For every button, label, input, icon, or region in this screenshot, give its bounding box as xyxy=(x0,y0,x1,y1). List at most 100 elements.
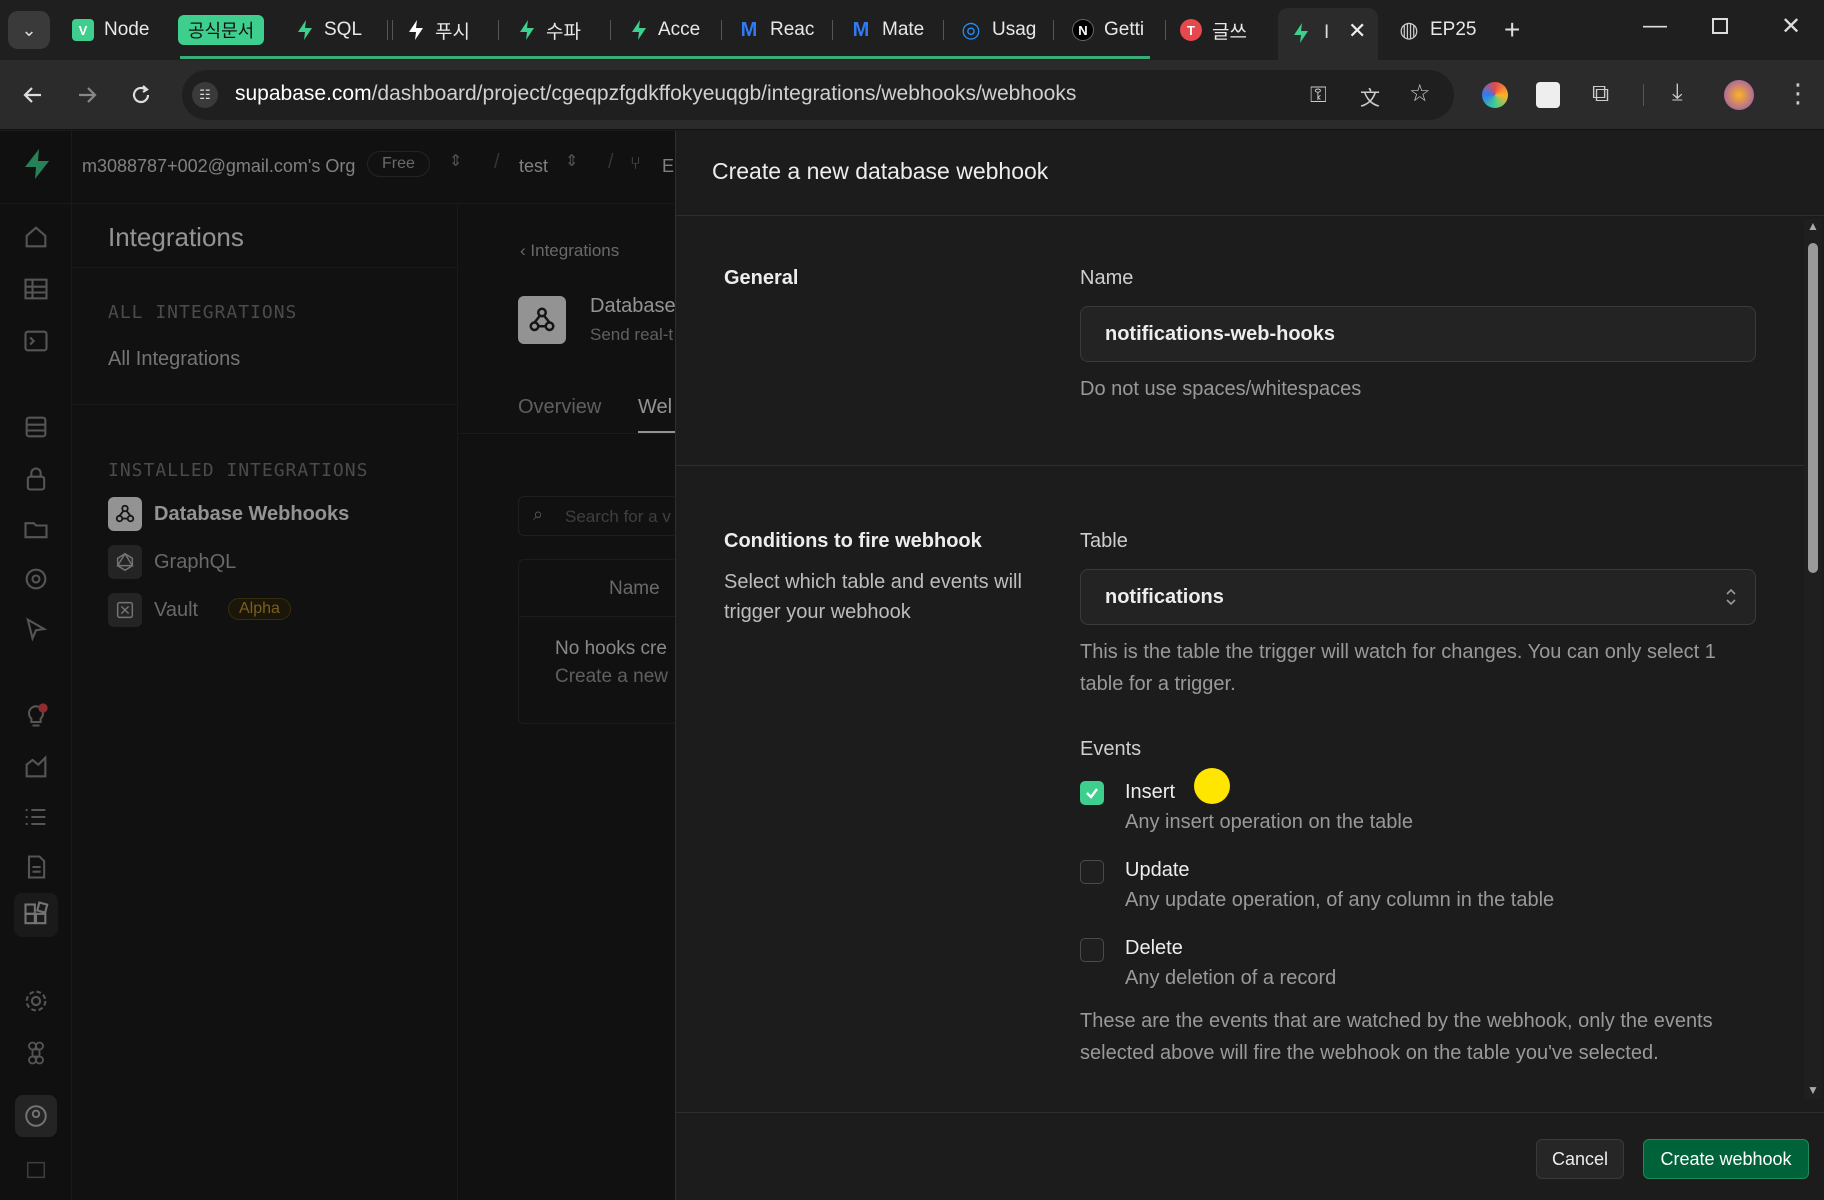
table-select-value: notifications xyxy=(1105,586,1224,608)
reload-icon xyxy=(132,85,150,104)
tab-2[interactable]: SQL xyxy=(296,10,366,50)
insert-checkbox[interactable] xyxy=(1080,781,1104,805)
supabase-bolt-icon xyxy=(520,20,534,40)
site-settings-icon[interactable]: ☷ xyxy=(192,82,218,108)
conditions-section-desc-1: Select which table and events will xyxy=(724,571,1022,593)
create-webhook-button[interactable]: Create webhook xyxy=(1643,1139,1809,1179)
arrow-left-icon xyxy=(23,87,41,103)
mui-favicon-icon: M xyxy=(852,18,870,41)
url-path: /dashboard/project/cgeqpzfgdkffokyeuqgb/… xyxy=(371,82,1077,105)
update-label[interactable]: Update xyxy=(1125,859,1190,882)
scrollbar-thumb[interactable] xyxy=(1808,243,1818,573)
drawer-title: Create a new database webhook xyxy=(712,158,1049,184)
extension-color-icon[interactable] xyxy=(1482,82,1508,108)
close-window-button[interactable]: ✕ xyxy=(1781,12,1801,41)
delete-label[interactable]: Delete xyxy=(1125,937,1183,960)
tab-4[interactable]: 수파 xyxy=(518,10,598,50)
cancel-button[interactable]: Cancel xyxy=(1536,1139,1624,1179)
name-input[interactable]: notifications-web-hooks xyxy=(1080,306,1756,362)
supabase-bolt-icon xyxy=(1294,23,1308,43)
supabase-bolt-icon xyxy=(632,20,646,40)
tab-9[interactable]: N Getti xyxy=(1072,10,1152,50)
tab-search-button[interactable]: ⌄ xyxy=(8,11,50,49)
download-icon[interactable]: ⤓ xyxy=(1672,79,1683,107)
forward-button[interactable] xyxy=(72,80,102,110)
profile-avatar[interactable] xyxy=(1724,80,1754,110)
minimize-window-button[interactable]: — xyxy=(1643,12,1667,40)
tab-label: Acce xyxy=(658,19,701,40)
tab-label: I xyxy=(1324,22,1330,43)
delete-checkbox[interactable] xyxy=(1080,938,1104,962)
tab-7[interactable]: M Mate xyxy=(850,10,930,50)
back-button[interactable] xyxy=(18,80,48,110)
tab-label: 수파 xyxy=(546,21,581,43)
events-label: Events xyxy=(1080,738,1142,760)
globe-icon: ◍ xyxy=(1399,17,1419,42)
extensions-puzzle-icon[interactable]: ⧉ xyxy=(1592,80,1609,108)
tab-5[interactable]: Acce xyxy=(630,10,710,50)
tab-10[interactable]: T 글쓰 xyxy=(1180,10,1260,50)
tab-0[interactable]: V Node xyxy=(72,10,152,50)
next-favicon-icon: N xyxy=(1072,19,1094,41)
tistory-favicon-icon: T xyxy=(1180,19,1202,41)
insert-label[interactable]: Insert xyxy=(1125,781,1175,804)
close-tab-icon[interactable]: ✕ xyxy=(1348,18,1366,44)
delete-desc: Any deletion of a record xyxy=(1125,967,1337,989)
tab-11-active[interactable]: I ✕ xyxy=(1278,8,1378,60)
tab-label: Node xyxy=(104,19,150,40)
password-key-icon[interactable]: ⚿ xyxy=(1310,82,1327,108)
name-help-text: Do not use spaces/whitespaces xyxy=(1080,378,1362,400)
tab-label: Usag xyxy=(992,19,1037,40)
events-help-text-2: selected above will fire the webhook on … xyxy=(1080,1042,1659,1064)
check-icon xyxy=(1086,788,1098,799)
tab-3[interactable]: 푸시 xyxy=(407,10,487,50)
url-text[interactable]: supabase.com/dashboard/project/cgeqpzfgd… xyxy=(235,82,1076,106)
restore-window-button[interactable] xyxy=(1712,18,1728,34)
table-help-text-2: table for a trigger. xyxy=(1080,673,1236,695)
scroll-down-arrow-icon[interactable]: ▼ xyxy=(1807,1083,1819,1097)
tab-label: SQL xyxy=(324,19,363,40)
update-checkbox[interactable] xyxy=(1080,860,1104,884)
tab-label: Getti xyxy=(1104,19,1145,40)
events-help-text-1: These are the events that are watched by… xyxy=(1080,1010,1713,1032)
scrollbar-track[interactable]: ▲ ▼ xyxy=(1804,219,1822,1099)
tab-label: Reac xyxy=(770,19,815,40)
extension-shield-icon[interactable] xyxy=(1536,82,1560,108)
tab-label: 푸시 xyxy=(435,21,470,43)
cursor-highlight-marker xyxy=(1194,768,1230,804)
vue-favicon-icon: V xyxy=(72,19,94,41)
mui-favicon-icon: M xyxy=(740,18,758,41)
tab-label: EP25 xyxy=(1430,19,1477,40)
name-label: Name xyxy=(1080,267,1134,289)
tab-1[interactable]: 공식문서 xyxy=(178,15,265,45)
chevron-up-down-icon xyxy=(1726,588,1736,606)
translate-icon[interactable]: 文 xyxy=(1360,82,1380,111)
supabase-bolt-icon xyxy=(298,20,312,40)
tab-8[interactable]: ◎ Usag xyxy=(960,10,1040,50)
browser-tab-bar: ⌄ V Node 공식문서 SQL 푸시 수파 Acce M Reac M Ma… xyxy=(0,0,1824,60)
tab-label: 공식문서 xyxy=(188,21,255,41)
conditions-section-title: Conditions to fire webhook xyxy=(724,530,982,552)
table-label: Table xyxy=(1080,530,1128,552)
general-section-title: General xyxy=(724,267,799,289)
tab-12[interactable]: ◍ EP25 xyxy=(1398,10,1478,50)
bolt-icon xyxy=(409,20,423,40)
tab-label: Mate xyxy=(882,19,925,40)
chevron-down-icon: ⌄ xyxy=(21,19,37,40)
table-select[interactable]: notifications xyxy=(1080,569,1756,625)
overlay-backdrop[interactable] xyxy=(0,131,675,1200)
name-input-value: notifications-web-hooks xyxy=(1105,323,1335,345)
browser-menu-icon[interactable]: ⋮ xyxy=(1785,78,1811,109)
create-webhook-drawer: Create a new database webhook General Na… xyxy=(675,131,1824,1200)
reload-button[interactable] xyxy=(126,80,156,110)
arrow-right-icon xyxy=(79,87,97,103)
tab-6[interactable]: M Reac xyxy=(738,10,818,50)
update-desc: Any update operation, of any column in t… xyxy=(1125,889,1555,911)
conditions-section-desc-2: trigger your webhook xyxy=(724,601,911,623)
bookmark-star-icon[interactable]: ☆ xyxy=(1409,79,1431,108)
table-help-text-1: This is the table the trigger will watch… xyxy=(1080,641,1716,663)
insert-desc: Any insert operation on the table xyxy=(1125,811,1413,833)
scroll-up-arrow-icon[interactable]: ▲ xyxy=(1807,219,1819,233)
openai-favicon-icon: ◎ xyxy=(961,17,981,42)
new-tab-button[interactable]: + xyxy=(1504,14,1520,46)
